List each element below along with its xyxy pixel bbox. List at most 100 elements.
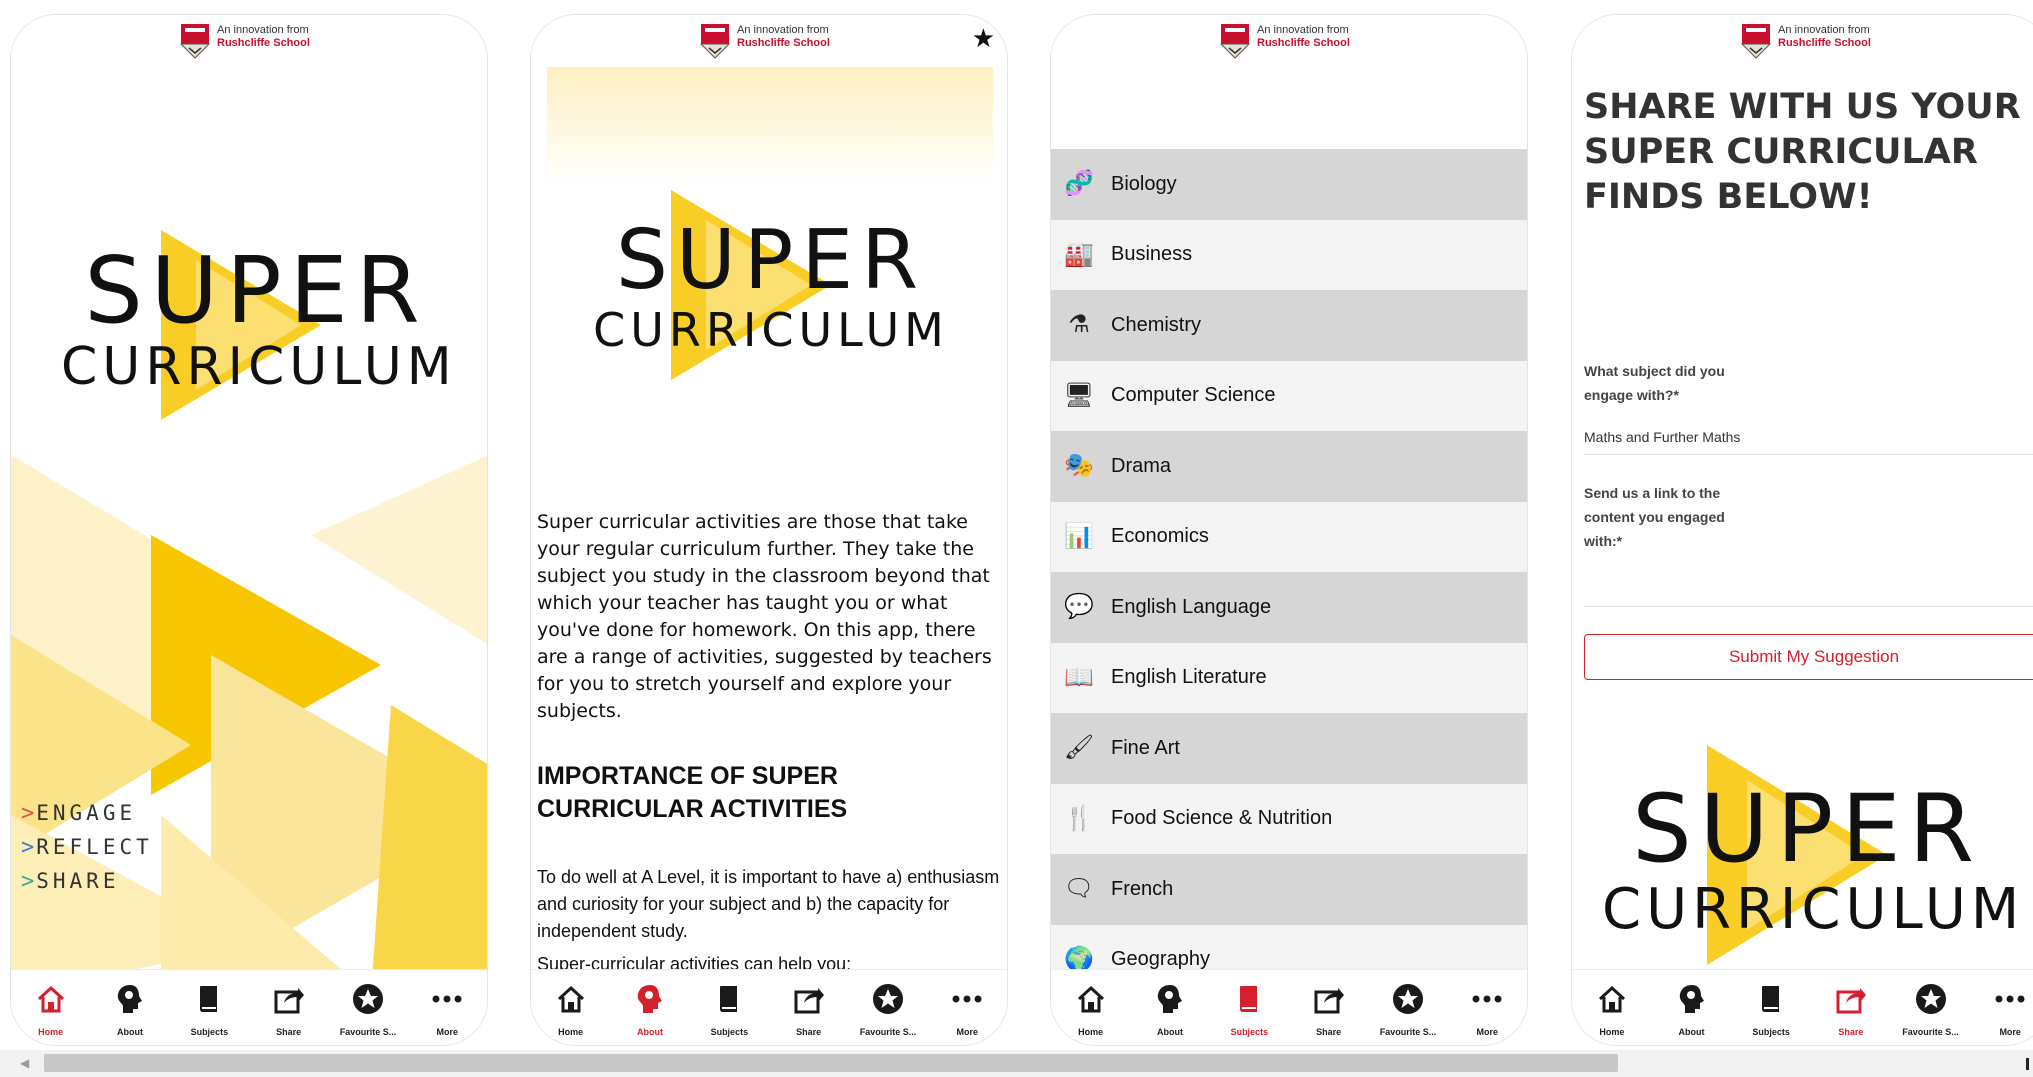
- tab-home[interactable]: Home: [531, 970, 610, 1045]
- subject-select[interactable]: Maths and Further Maths ▼: [1584, 419, 2033, 455]
- subject-select-value: Maths and Further Maths: [1584, 429, 1741, 445]
- more-icon: [1993, 970, 2027, 1021]
- tab-subjects[interactable]: Subjects: [690, 970, 769, 1045]
- header-line2: Rushcliffe School: [1257, 37, 1350, 49]
- subject-name: Biology: [1111, 172, 1177, 195]
- subject-item-drama[interactable]: 🎭 Drama: [1051, 431, 1527, 502]
- tab-more[interactable]: More: [1970, 970, 2033, 1045]
- tab-favourite-s[interactable]: Favourite S...: [848, 970, 927, 1045]
- tab-label: Home: [1599, 1027, 1625, 1037]
- tab-favourite-s[interactable]: Favourite S...: [1368, 970, 1447, 1045]
- open-book-icon: 📖: [1064, 663, 1094, 691]
- tab-label: Subjects: [710, 1027, 749, 1037]
- subject-item-fine-art[interactable]: 🖌 Fine Art: [1051, 713, 1527, 784]
- tab-label: About: [1156, 1027, 1183, 1037]
- tab-subjects[interactable]: Subjects: [1731, 970, 1811, 1045]
- chevron-right-icon: >: [21, 869, 35, 894]
- subject-item-english-language[interactable]: 💬 English Language: [1051, 572, 1527, 643]
- home-icon: [1074, 970, 1108, 1021]
- tab-more[interactable]: More: [408, 970, 487, 1045]
- brain-icon: [1153, 970, 1187, 1021]
- school-crest-icon: [179, 24, 211, 59]
- star-icon: [351, 970, 385, 1021]
- subject-item-french[interactable]: 🗨 French: [1051, 854, 1527, 925]
- home-icon: [554, 970, 588, 1021]
- subjects-screen: An innovation from Rushcliffe School 🧬 Bi…: [1050, 14, 1528, 1046]
- subject-name: Drama: [1111, 454, 1172, 477]
- share-heading: SHARE WITH US YOUR SUPER CURRICULAR FIND…: [1584, 87, 2021, 217]
- tab-about[interactable]: About: [90, 970, 169, 1045]
- school-header: An innovation from Rushcliffe School: [1572, 15, 2033, 63]
- bar-chart-icon: 📊: [1064, 522, 1094, 550]
- bottom-tab-bar: Home About Subjects Share Favourite S... More: [531, 969, 1007, 1045]
- tab-subjects[interactable]: Subjects: [170, 970, 249, 1045]
- subject-name: English Literature: [1111, 666, 1267, 689]
- school-name: An innovation from Rushcliffe School: [1257, 24, 1350, 50]
- subject-name: Geography: [1111, 948, 1210, 971]
- tab-more[interactable]: More: [1448, 970, 1527, 1045]
- tab-share[interactable]: Share: [769, 970, 848, 1045]
- subject-name: English Language: [1111, 595, 1272, 618]
- tab-subjects[interactable]: Subjects: [1210, 970, 1289, 1045]
- about-intro-paragraph: Super curricular activities are those th…: [537, 511, 992, 722]
- bottom-tab-bar: Home About Subjects Share Favourite S... More: [1051, 969, 1527, 1045]
- tagline-reflect: >REFLECT: [21, 835, 153, 860]
- app-store-screenshot-strip: An innovation from Rushcliffe School SUP…: [0, 0, 2033, 1077]
- tab-home[interactable]: Home: [11, 970, 90, 1045]
- flask-icon: ⚗: [1068, 311, 1090, 339]
- tab-label: Home: [1078, 1027, 1104, 1037]
- tab-share[interactable]: Share: [249, 970, 328, 1045]
- submit-suggestion-button[interactable]: Submit My Suggestion: [1584, 634, 2033, 680]
- chevron-right-icon: >: [21, 801, 35, 826]
- scrollbar-edge: [2026, 1058, 2029, 1070]
- cutlery-icon: 🍴: [1064, 804, 1094, 832]
- share-icon: [792, 970, 826, 1021]
- chat-bubbles-icon: 🗨: [1063, 875, 1095, 903]
- about-section-heading: IMPORTANCE OF SUPER CURRICULAR ACTIVITIE…: [537, 762, 848, 823]
- paintbrush-icon: 🖌: [1063, 734, 1095, 762]
- tab-label: Subjects: [1752, 1027, 1790, 1037]
- header-gradient: [547, 67, 993, 187]
- tab-home[interactable]: Home: [1051, 970, 1130, 1045]
- scrollbar-thumb[interactable]: [44, 1054, 1618, 1072]
- star-icon: [1391, 970, 1425, 1021]
- header-line2: Rushcliffe School: [217, 37, 310, 49]
- logo-curriculum-text: CURRICULUM: [593, 303, 949, 357]
- subject-item-economics[interactable]: 📊 Economics: [1051, 501, 1527, 572]
- subject-name: Fine Art: [1111, 736, 1180, 759]
- dna-icon: 🧬: [1064, 170, 1094, 198]
- tab-label: Favourite S...: [1379, 1027, 1437, 1037]
- tab-favourite-s[interactable]: Favourite S...: [1891, 970, 1971, 1045]
- book-icon: [1232, 970, 1266, 1021]
- tab-more[interactable]: More: [928, 970, 1007, 1045]
- home-icon: [34, 970, 68, 1021]
- subject-name: Food Science & Nutrition: [1111, 807, 1333, 830]
- tab-about[interactable]: About: [1652, 970, 1732, 1045]
- logo-curriculum-text: CURRICULUM: [61, 337, 457, 397]
- home-screen: An innovation from Rushcliffe School SUP…: [10, 14, 488, 1046]
- subject-item-chemistry[interactable]: ⚗ Chemistry: [1051, 290, 1527, 361]
- tab-share[interactable]: Share: [1289, 970, 1368, 1045]
- subject-item-computer-science[interactable]: 🖥 Computer Science: [1051, 360, 1527, 431]
- favourite-star-button[interactable]: ★: [972, 25, 995, 51]
- subject-list: 🧬 Biology 🏭 Business ⚗ Chemistry 🖥 Computer Sci…: [1051, 149, 1527, 995]
- tab-label: About: [116, 1027, 143, 1037]
- tab-home[interactable]: Home: [1572, 970, 1652, 1045]
- scroll-left-arrow-icon[interactable]: ◀: [20, 1056, 29, 1070]
- subject-item-business[interactable]: 🏭 Business: [1051, 219, 1527, 290]
- tab-about[interactable]: About: [1130, 970, 1209, 1045]
- horizontal-scrollbar[interactable]: ◀: [0, 1050, 2033, 1077]
- header-line1: An innovation from: [1257, 24, 1349, 36]
- header-line1: An innovation from: [737, 24, 829, 36]
- header-line2: Rushcliffe School: [1778, 37, 1871, 49]
- subject-item-english-literature[interactable]: 📖 English Literature: [1051, 642, 1527, 713]
- link-input[interactable]: [1584, 559, 2033, 607]
- tab-about[interactable]: About: [610, 970, 689, 1045]
- school-name: An innovation from Rushcliffe School: [1778, 24, 1871, 50]
- header-line1: An innovation from: [1778, 24, 1870, 36]
- tab-favourite-s[interactable]: Favourite S...: [328, 970, 407, 1045]
- subject-item-biology[interactable]: 🧬 Biology: [1051, 149, 1527, 220]
- subject-name: Business: [1111, 243, 1193, 266]
- tab-share[interactable]: Share: [1811, 970, 1891, 1045]
- subject-item-food-science-nutrition[interactable]: 🍴 Food Science & Nutrition: [1051, 783, 1527, 854]
